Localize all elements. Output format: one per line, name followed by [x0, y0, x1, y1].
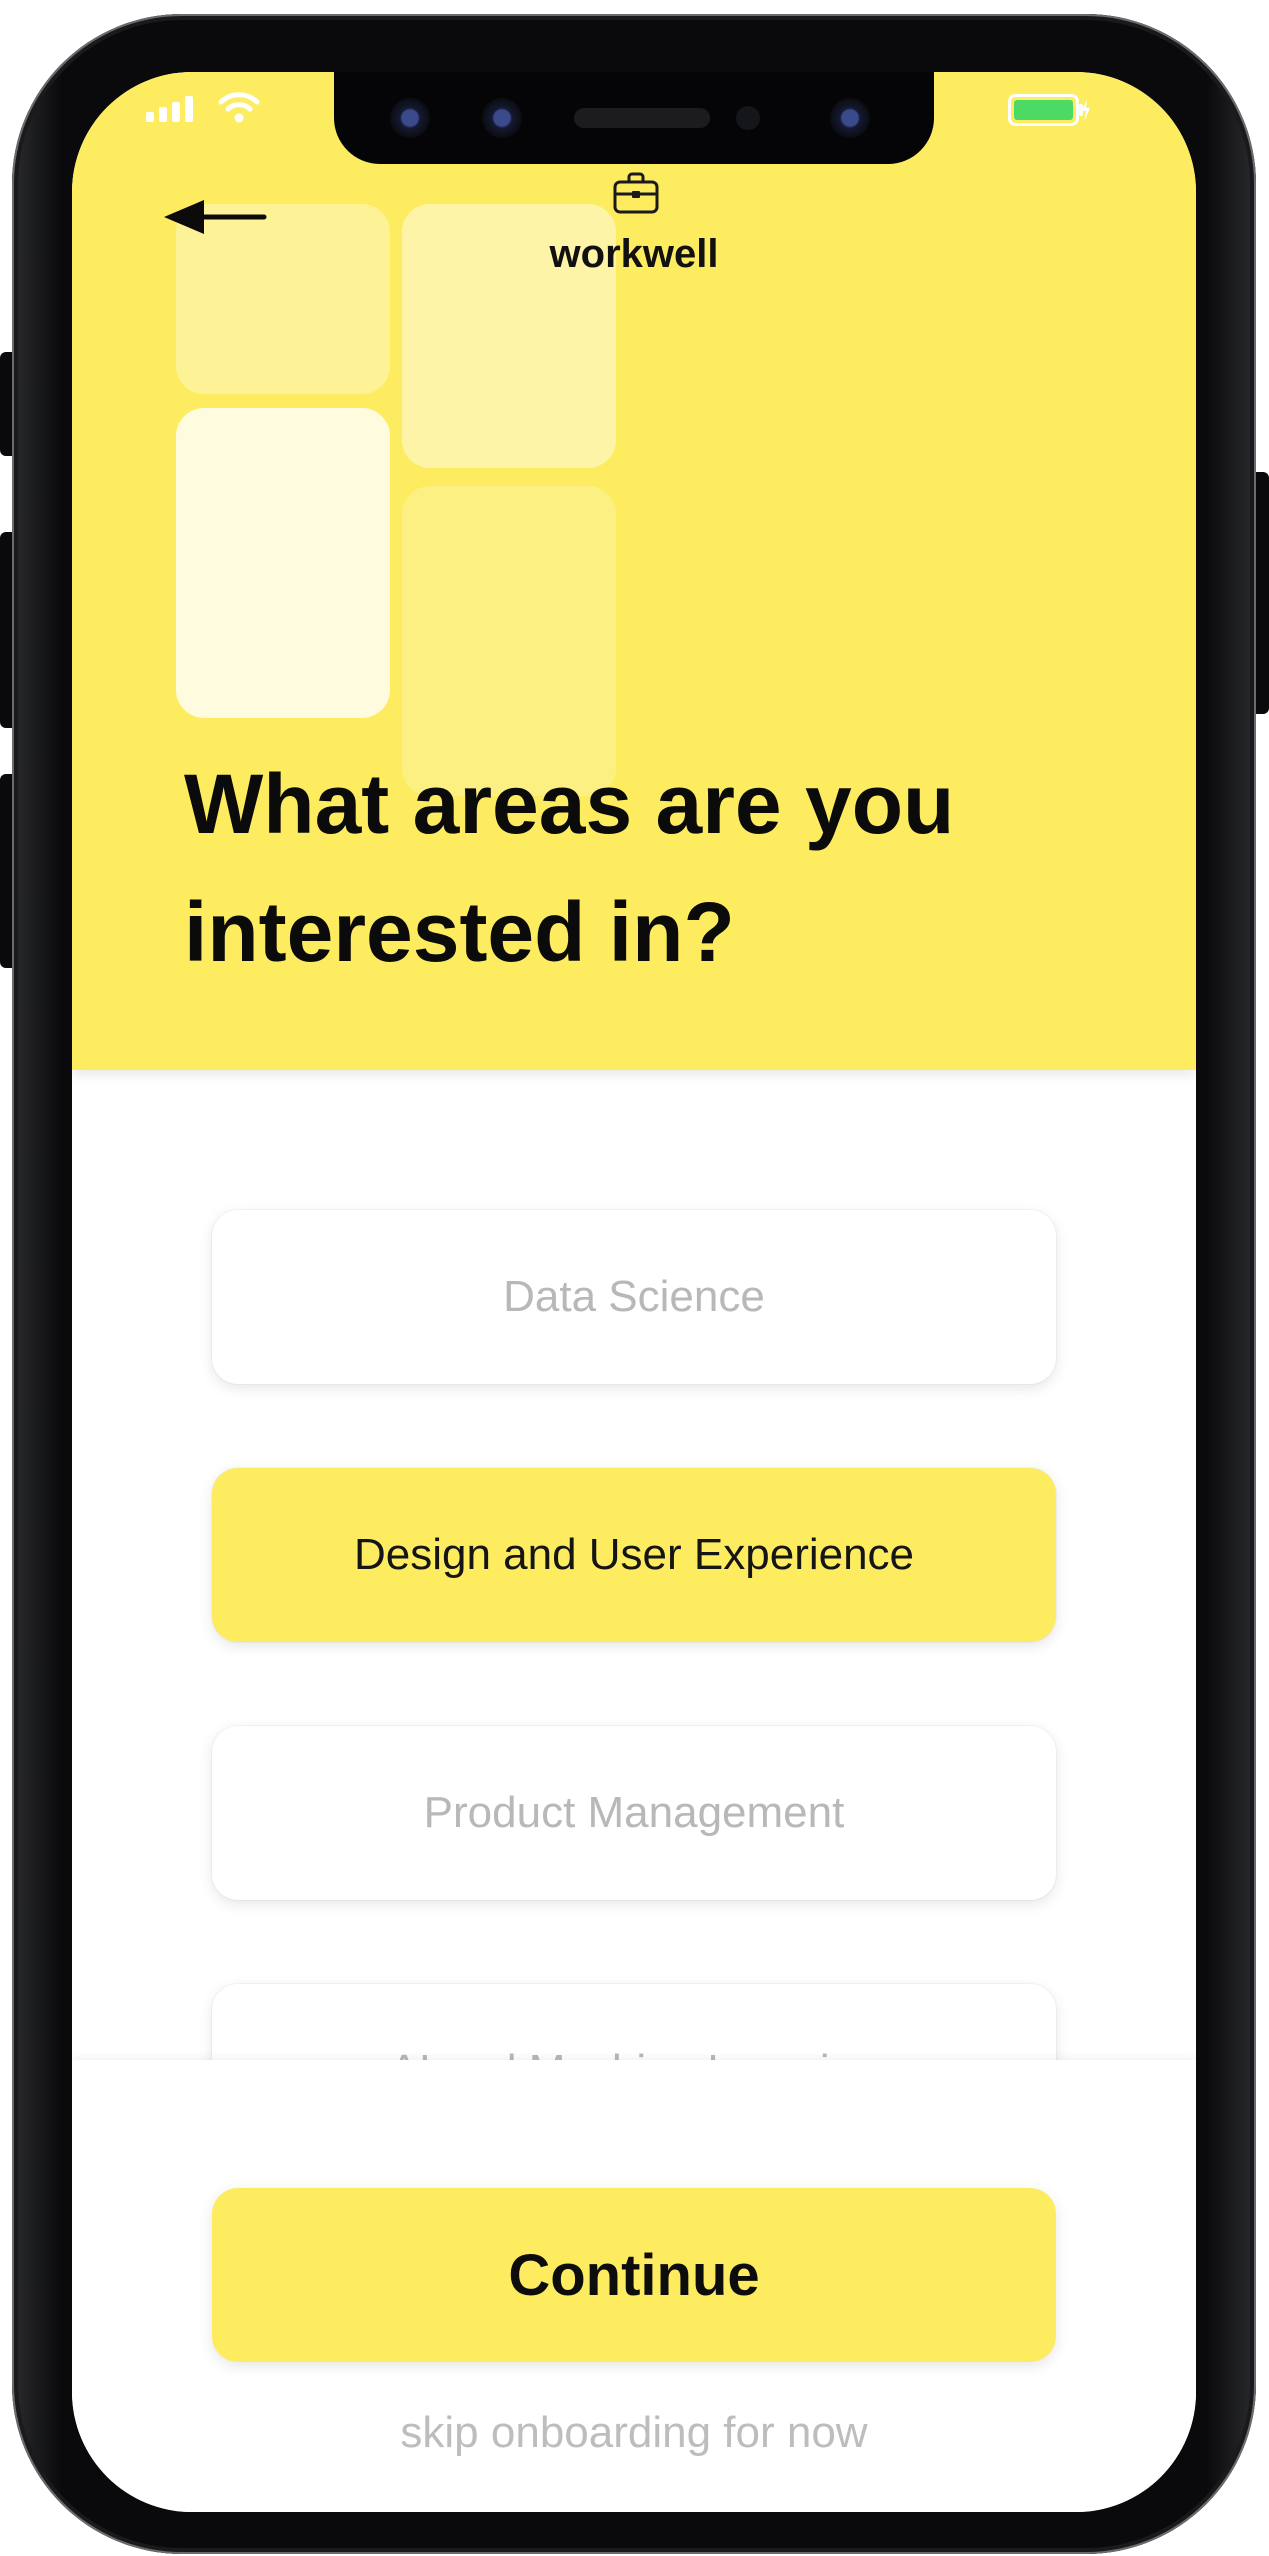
- camera-lens: [390, 98, 430, 138]
- brand-name: workwell: [549, 232, 719, 276]
- option-product-management[interactable]: Product Management: [212, 1726, 1056, 1900]
- battery-charging-icon: [1008, 94, 1090, 126]
- app-screen: workwell What areas are you interested i…: [72, 72, 1196, 2512]
- wifi-icon: [218, 92, 260, 123]
- option-data-science[interactable]: Data Science: [212, 1210, 1056, 1384]
- camera-notch: [334, 72, 934, 164]
- device-frame: workwell What areas are you interested i…: [0, 0, 1269, 2556]
- camera-lens: [830, 98, 870, 138]
- briefcase-icon: [613, 172, 659, 214]
- hero-header: workwell What areas are you interested i…: [72, 72, 1196, 1070]
- skip-onboarding-link[interactable]: skip onboarding for now: [72, 2408, 1196, 2458]
- continue-button[interactable]: Continue: [212, 2188, 1056, 2362]
- camera-lens: [482, 98, 522, 138]
- earpiece-speaker: [574, 108, 710, 128]
- cellular-signal-icon: [146, 96, 193, 122]
- decorative-tile: [176, 408, 390, 718]
- page-title: What areas are you interested in?: [184, 757, 955, 979]
- option-design-ux[interactable]: Design and User Experience: [212, 1468, 1056, 1642]
- proximity-sensor: [736, 106, 760, 130]
